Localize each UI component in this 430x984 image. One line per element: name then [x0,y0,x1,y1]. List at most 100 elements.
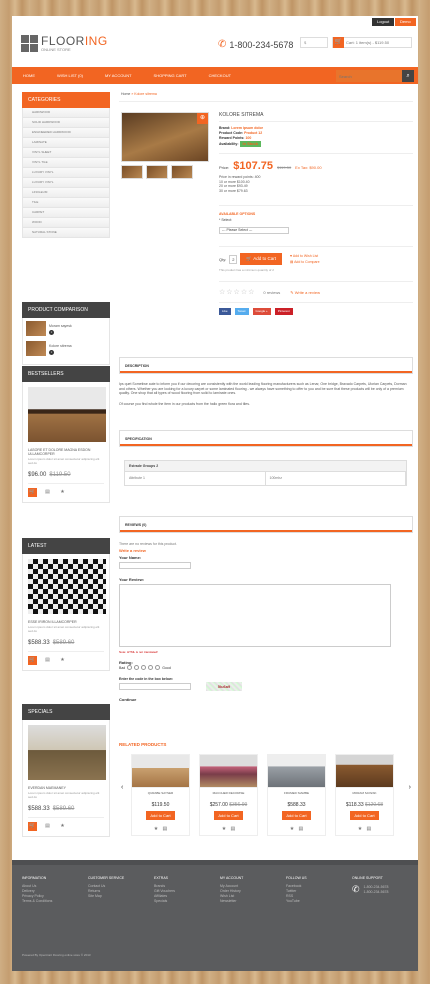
nav-home[interactable]: Home [12,67,46,84]
breadcrumb-current[interactable]: Kolore sitrema [134,92,157,96]
thumbnail[interactable] [121,165,143,179]
phone-icon: ✆ [352,884,360,894]
currency-select[interactable]: $ [300,37,328,48]
category-item[interactable]: Wood [22,218,110,228]
wishlist-star-icon[interactable]: ★ [222,826,226,832]
compare-icon[interactable]: ▤ [43,822,52,831]
search-input[interactable] [336,70,402,82]
facebook-like-button[interactable]: Like [219,308,231,315]
related-item[interactable]: Frumed siambe $588.33 Add to Cart ★ ▤ [267,754,326,836]
nav-cart[interactable]: Shopping cart [143,67,198,84]
carousel-next-icon[interactable]: › [409,784,411,791]
related-item[interactable]: Moram sayesk $118.33 $120.68 Add to Cart… [335,754,394,836]
compare-icon[interactable]: ▤ [43,656,52,665]
captcha-input[interactable] [119,683,191,690]
category-item[interactable]: Tile [22,198,110,208]
option-select[interactable]: --- Please Select --- [219,227,289,234]
category-item[interactable]: Laminate [22,138,110,148]
breadcrumb-home[interactable]: Home [121,92,130,96]
pinterest-button[interactable]: Pinterest [274,308,293,315]
category-item[interactable]: Vinyl sheet [22,148,110,158]
product-main-image[interactable]: ⊕ [121,112,209,162]
cart-button[interactable]: 🛒 Cart: 1 item(s) - $119.50 [332,37,412,48]
write-review-link[interactable]: ✎ Write a review [290,290,320,295]
related-add-to-cart[interactable]: Add to Cart [214,811,243,820]
category-item[interactable]: Carpet [22,208,110,218]
cart-icon[interactable]: 🛒 [28,488,37,497]
zoom-icon[interactable]: ⊕ [197,113,208,124]
search-button[interactable]: ⌕ [402,70,414,82]
special-image[interactable] [28,725,106,780]
reviews-count-link[interactable]: 0 reviews [263,290,280,295]
nav-wishlist[interactable]: Wish list (0) [46,67,94,84]
compare-item[interactable]: Moram sayesk × [26,321,106,336]
related-add-to-cart[interactable]: Add to Cart [282,811,311,820]
latest-name[interactable]: Esse iriron illamcorper [28,620,104,624]
cart-icon[interactable]: 🛒 [28,822,37,831]
footer-col-information: Information About Us Delivery Privacy Polic… [22,876,53,903]
special-name[interactable]: Everdan Maemaney [28,786,104,790]
wishlist-star-icon[interactable]: ★ [58,488,67,497]
compare-icon[interactable]: ▤ [298,826,303,832]
review-text-field[interactable] [119,584,391,647]
compare-item[interactable]: Kolore sitrema × [26,341,106,356]
wishlist-star-icon[interactable]: ★ [58,822,67,831]
compare-icon[interactable]: ▤ [43,488,52,497]
latest-image[interactable] [28,559,106,614]
remove-icon[interactable]: × [49,329,54,335]
special-desc: Lorem ipsum dolor sit amet consectetur a… [28,791,100,799]
add-to-compare-link[interactable]: ▤ Add to Compare [290,259,320,265]
wishlist-star-icon[interactable]: ★ [58,656,67,665]
logo[interactable]: FLOORING ONLINE STORE [21,34,108,52]
category-item[interactable]: Natural stone [22,228,110,238]
tab-specification[interactable]: Specification [119,430,413,447]
tab-description[interactable]: Description [119,357,413,374]
categories-title: Categories [22,92,110,108]
google-plus-button[interactable]: Google + [252,308,271,315]
tab-reviews[interactable]: Reviews (0) [119,516,413,533]
thumbnail[interactable] [171,165,193,179]
product-title: Kolore sitrema [219,112,413,122]
nav-account[interactable]: My account [94,67,143,84]
bestseller-image[interactable] [28,387,106,442]
related-add-to-cart[interactable]: Add to Cart [350,811,379,820]
cart-icon[interactable]: 🛒 [28,656,37,665]
rating-radio[interactable] [141,665,147,670]
add-to-cart-button[interactable]: 🛒 Add to Cart [240,253,282,265]
bestseller-name[interactable]: Lasore et dolore magna esdon ullamcorper [28,448,104,456]
share-buttons: Like Tweet Google + Pinterest [219,302,413,315]
compare-icon[interactable]: ▤ [366,826,371,832]
rating-radio[interactable] [155,665,161,670]
rating-radio[interactable] [148,665,154,670]
logout-link[interactable]: Logout [372,18,395,26]
rating-radio[interactable] [134,665,140,670]
category-item[interactable]: Luxury vinyl [22,168,110,178]
remove-icon[interactable]: × [49,349,54,355]
qty-input[interactable]: 2 [229,254,238,264]
bestsellers-title: Bestsellers [22,366,110,382]
discounts: Price in reward points: 400 10 or more $1… [219,175,261,193]
rating-radio[interactable] [127,665,133,670]
wishlist-star-icon[interactable]: ★ [290,826,294,832]
continue-button[interactable]: Continue [119,697,413,702]
related-add-to-cart[interactable]: Add to Cart [146,811,175,820]
related-item[interactable]: Maccher decorise $257.00 $356.99 Add to … [199,754,258,836]
category-item[interactable]: Vinyl tile [22,158,110,168]
nav-checkout[interactable]: Checkout [198,67,242,84]
related-item[interactable]: Qurabe sayser $119.50 Add to Cart ★ ▤ [131,754,190,836]
wishlist-star-icon[interactable]: ★ [358,826,362,832]
thumbnail[interactable] [146,165,168,179]
review-name-field[interactable] [119,562,191,569]
wishlist-star-icon[interactable]: ★ [154,826,158,832]
category-item[interactable]: Solid hardwood [22,118,110,128]
category-item[interactable]: Engineered hardwood [22,128,110,138]
compare-icon[interactable]: ▤ [162,826,167,832]
compare-icon[interactable]: ▤ [230,826,235,832]
brand-link[interactable]: Lorem ipsum dolor [231,126,263,130]
carousel-prev-icon[interactable]: ‹ [121,784,123,791]
category-item[interactable]: Linoleum [22,188,110,198]
demo-link[interactable]: Demo [395,18,416,26]
tweet-button[interactable]: Tweet [234,308,249,315]
category-item[interactable]: Luxury vinyl [22,178,110,188]
category-item[interactable]: Hardwood [22,108,110,118]
